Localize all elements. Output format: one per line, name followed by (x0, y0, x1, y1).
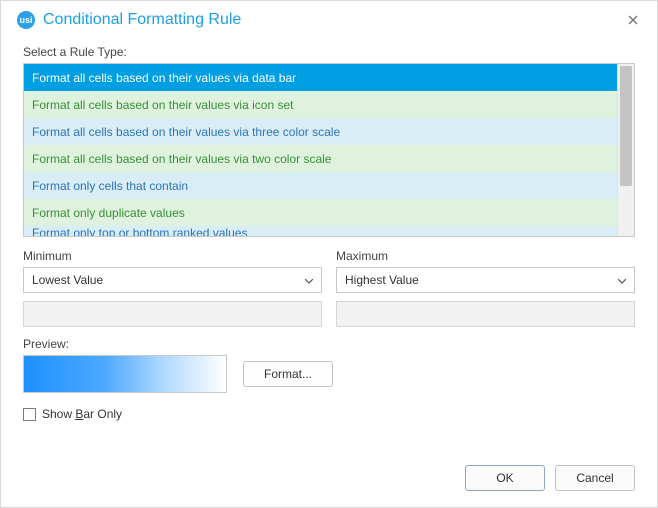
minimum-value-input (23, 301, 322, 327)
titlebar: usi Conditional Formatting Rule (1, 1, 657, 39)
rule-type-label: Select a Rule Type: (23, 45, 635, 59)
minimum-type-dropdown[interactable]: Lowest Value (23, 267, 322, 293)
maximum-type-value: Highest Value (345, 273, 419, 287)
rule-type-items: Format all cells based on their values v… (24, 64, 617, 236)
show-bar-only-label[interactable]: Show Bar Only (42, 407, 122, 421)
maximum-column: Maximum Highest Value (336, 243, 635, 327)
preview-label: Preview: (23, 337, 635, 351)
format-button-label: Format... (264, 367, 312, 381)
rule-item-threecolor[interactable]: Format all cells based on their values v… (24, 118, 617, 145)
format-button[interactable]: Format... (243, 361, 333, 387)
minimum-column: Minimum Lowest Value (23, 243, 322, 327)
databar-preview (23, 355, 227, 393)
chevron-down-icon (305, 273, 313, 287)
chevron-down-icon (618, 273, 626, 287)
close-button[interactable] (621, 8, 645, 32)
rule-item-topbottom[interactable]: Format only top or bottom ranked values (24, 226, 617, 236)
minimum-type-value: Lowest Value (32, 273, 103, 287)
rule-item-contain[interactable]: Format only cells that contain (24, 172, 617, 199)
ok-button[interactable]: OK (465, 465, 545, 491)
maximum-label: Maximum (336, 249, 635, 263)
app-icon: usi (17, 11, 35, 29)
rule-type-list[interactable]: Format all cells based on their values v… (23, 63, 635, 237)
rule-list-scrollbar[interactable] (617, 64, 634, 236)
scroll-thumb[interactable] (620, 66, 632, 186)
dialog-window: usi Conditional Formatting Rule Select a… (0, 0, 658, 508)
maximum-value-input (336, 301, 635, 327)
rule-item-duplicate[interactable]: Format only duplicate values (24, 199, 617, 226)
rule-item-twocolor[interactable]: Format all cells based on their values v… (24, 145, 617, 172)
cancel-button-label: Cancel (576, 471, 613, 485)
cancel-button[interactable]: Cancel (555, 465, 635, 491)
minimum-label: Minimum (23, 249, 322, 263)
close-icon (628, 15, 638, 25)
min-max-row: Minimum Lowest Value Maximum Highest Val… (23, 243, 635, 327)
rule-item-iconset[interactable]: Format all cells based on their values v… (24, 91, 617, 118)
rule-item-databar[interactable]: Format all cells based on their values v… (24, 64, 617, 91)
dialog-footer: OK Cancel (465, 465, 635, 491)
dialog-title: Conditional Formatting Rule (43, 11, 241, 29)
show-bar-only-row: Show Bar Only (23, 407, 635, 421)
preview-row: Format... (23, 355, 635, 393)
content-area: Select a Rule Type: Format all cells bas… (1, 45, 657, 421)
show-bar-only-checkbox[interactable] (23, 408, 36, 421)
ok-button-label: OK (496, 471, 513, 485)
maximum-type-dropdown[interactable]: Highest Value (336, 267, 635, 293)
